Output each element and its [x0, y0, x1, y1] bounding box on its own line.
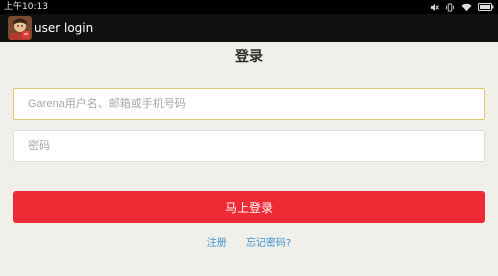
- login-button[interactable]: 马上登录: [13, 191, 485, 223]
- status-time: 上午10:13: [4, 2, 48, 12]
- register-link[interactable]: 注册: [207, 238, 227, 249]
- vibrate-icon: [445, 2, 455, 12]
- status-icons: [430, 2, 494, 12]
- login-page: 登录 马上登录 注册 忘记密码?: [0, 42, 498, 276]
- battery-icon: [478, 3, 494, 11]
- page-title: 登录: [235, 49, 263, 65]
- forgot-password-link[interactable]: 忘记密码?: [246, 238, 291, 249]
- wifi-icon: [461, 3, 472, 12]
- username-input[interactable]: [13, 88, 485, 120]
- app-bar: user login: [0, 14, 498, 42]
- password-input[interactable]: [13, 130, 485, 162]
- auth-links: 注册 忘记密码?: [0, 237, 498, 251]
- mute-icon: [430, 3, 439, 12]
- status-bar: 上午10:13: [0, 0, 498, 14]
- app-title: user login: [34, 21, 94, 35]
- app-icon[interactable]: [8, 16, 32, 40]
